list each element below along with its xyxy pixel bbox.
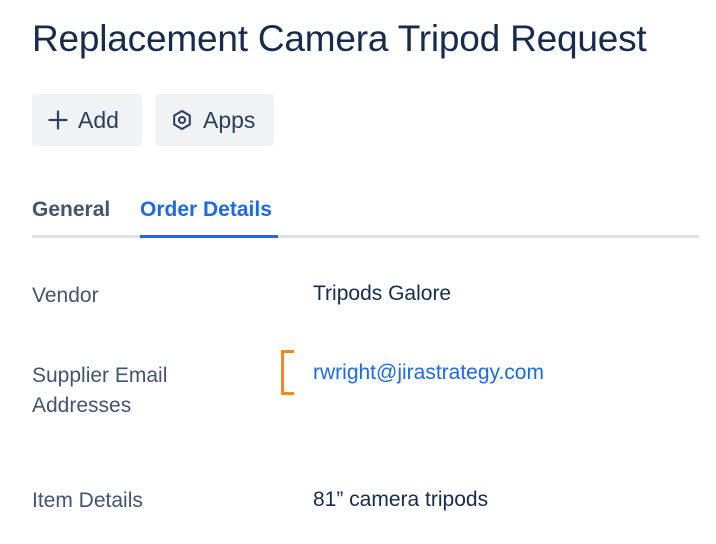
page-title: Replacement Camera Tripod Request xyxy=(32,18,647,59)
supplier-email-link[interactable]: rwright@jirastrategy.com xyxy=(313,358,544,388)
add-button[interactable]: Add xyxy=(32,94,142,146)
tab-order-details[interactable]: Order Details xyxy=(140,198,272,222)
tab-bar: General Order Details xyxy=(32,198,699,238)
supplier-email-label: Supplier Email Addresses xyxy=(32,361,167,421)
item-details-label: Item Details xyxy=(32,489,143,512)
apps-button[interactable]: Apps xyxy=(155,94,274,146)
vendor-label: Vendor xyxy=(32,284,99,307)
tab-general[interactable]: General xyxy=(32,198,110,222)
vendor-value[interactable]: Tripods Galore xyxy=(313,279,451,309)
tab-rail xyxy=(32,235,699,238)
highlight-bracket xyxy=(281,350,294,395)
add-button-label: Add xyxy=(78,106,119,133)
apps-icon xyxy=(171,109,193,131)
item-details-value[interactable]: 81” camera tripods xyxy=(313,485,488,515)
supplier-email-label-line1: Supplier Email xyxy=(32,364,168,387)
active-tab-indicator xyxy=(140,235,278,238)
apps-button-label: Apps xyxy=(203,106,256,133)
issue-view: Replacement Camera Tripod Request Add Ap… xyxy=(0,0,716,544)
supplier-email-label-line2: Addresses xyxy=(32,394,132,417)
plus-icon xyxy=(48,110,68,130)
